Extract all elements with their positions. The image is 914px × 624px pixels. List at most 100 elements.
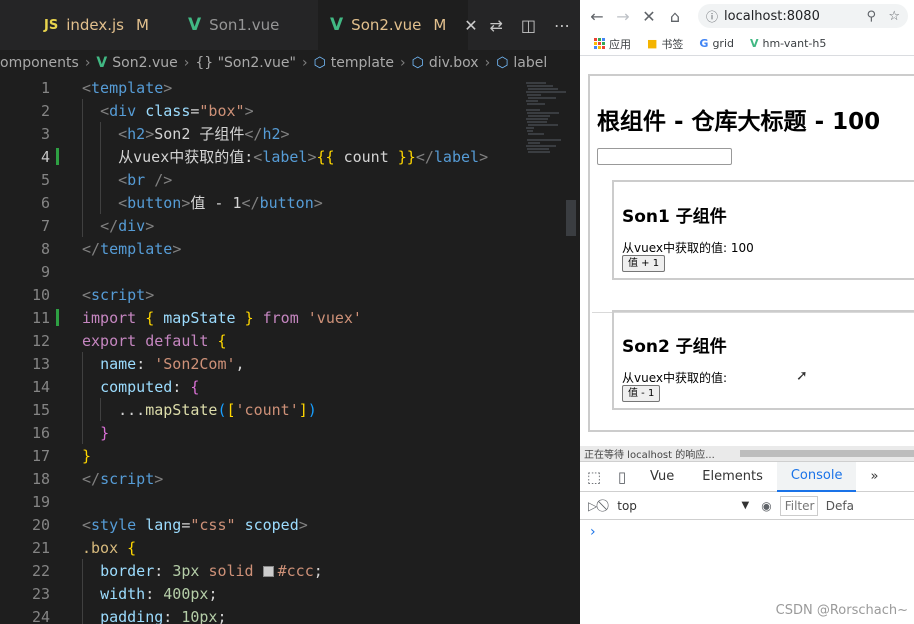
code-token: > xyxy=(145,285,155,304)
stop-loading-icon[interactable]: ✕ xyxy=(636,7,662,26)
code-area[interactable]: 1 <template> 2 <div class="box"> 3 <h2>Son2… xyxy=(0,76,580,624)
code-token: count xyxy=(334,148,398,166)
code-token: </ xyxy=(100,216,119,235)
code-line[interactable]: 7 </div> xyxy=(0,214,580,237)
increment-button[interactable]: 值 + 1 xyxy=(622,255,666,272)
code-token: > xyxy=(298,515,308,534)
bookmark-apps[interactable]: 应用 xyxy=(594,36,631,52)
decrement-button[interactable]: 值 - 1 xyxy=(622,385,661,402)
code-token: : xyxy=(154,561,173,580)
code-token: script xyxy=(91,285,146,304)
split-editor-icon[interactable]: ◫ xyxy=(521,16,536,35)
forward-icon[interactable]: → xyxy=(610,7,636,26)
code-line[interactable]: 16 } xyxy=(0,421,580,444)
bookmark-folder[interactable]: ■ 书签 xyxy=(647,36,683,52)
bookmark-label: hm-vant-h5 xyxy=(762,37,827,50)
tab-son1-vue[interactable]: V Son1.vue xyxy=(168,0,318,50)
code-line[interactable]: 9 xyxy=(0,260,580,283)
code-line[interactable]: 10 <script> xyxy=(0,283,580,306)
code-line[interactable]: 15 ...mapState(['count']) xyxy=(0,398,580,421)
minimap[interactable] xyxy=(522,76,570,624)
code-text: </div> xyxy=(82,217,154,235)
tab-index-js[interactable]: JS index.js M xyxy=(0,0,168,50)
code-line[interactable]: 18 </script> xyxy=(0,467,580,490)
eye-icon[interactable]: ◉ xyxy=(761,499,771,513)
code-token: { xyxy=(127,538,137,557)
code-token: 10px xyxy=(181,607,218,624)
tab-vue[interactable]: Vue xyxy=(636,462,688,492)
breadcrumb-item[interactable]: ⬡ label xyxy=(496,55,547,71)
code-line[interactable]: 17} xyxy=(0,444,580,467)
code-line[interactable]: 4 从vuex中获取的值:<label>{{ count }}</label> xyxy=(0,145,580,168)
code-line[interactable]: 24 padding: 10px; xyxy=(0,605,580,624)
code-line[interactable]: 2 <div class="box"> xyxy=(0,99,580,122)
code-line[interactable]: 14 computed: { xyxy=(0,375,580,398)
home-icon[interactable]: ⌂ xyxy=(662,7,688,26)
code-token: : xyxy=(163,607,182,624)
code-line[interactable]: 11 import { mapState } from 'vuex' xyxy=(0,306,580,329)
sidebar-toggle-icon[interactable]: ▷ xyxy=(588,499,597,513)
breadcrumb-item[interactable]: V Son2.vue xyxy=(96,55,177,71)
code-line[interactable]: 22 border: 3px solid #ccc; xyxy=(0,559,580,582)
code-token: div xyxy=(109,101,137,120)
tab-son2-vue[interactable]: V Son2.vue M ✕ xyxy=(318,0,478,50)
tab-console[interactable]: Console xyxy=(776,461,857,492)
code-line[interactable]: 23 width: 400px; xyxy=(0,582,580,605)
editor-scrollbar[interactable] xyxy=(566,200,576,236)
console-prompt-icon[interactable]: › xyxy=(590,524,596,540)
code-token: 从vuex中获取的值: xyxy=(82,148,254,166)
bookmark-hm-vant-h5[interactable]: V hm-vant-h5 xyxy=(750,37,826,50)
default-levels-select[interactable]: Defa xyxy=(826,499,854,513)
close-icon[interactable]: ✕ xyxy=(464,16,477,35)
count-input[interactable] xyxy=(597,148,732,165)
code-text: import { mapState } from 'vuex' xyxy=(82,309,362,327)
tab-elements[interactable]: Elements xyxy=(688,462,777,492)
code-line[interactable]: 12 export default { xyxy=(0,329,580,352)
device-toolbar-icon[interactable]: ▯ xyxy=(608,468,636,486)
code-line[interactable]: 3 <h2>Son2 子组件</h2> xyxy=(0,122,580,145)
code-token: ; xyxy=(208,584,218,603)
code-token: default xyxy=(145,331,209,350)
code-token: </ xyxy=(415,148,434,166)
address-bar[interactable]: ⓘ localhost:8080 ⚲ ☆ xyxy=(698,4,908,28)
code-line[interactable]: 8 </template> xyxy=(0,237,580,260)
code-line[interactable]: 13 name: 'Son2Com', xyxy=(0,352,580,375)
vue-icon: V xyxy=(96,55,108,71)
code-line[interactable]: 6 <button>值 - 1</button> xyxy=(0,191,580,214)
code-token: > xyxy=(163,78,173,97)
zoom-icon[interactable]: ⚲ xyxy=(866,9,876,24)
inspect-element-icon[interactable]: ⬚ xyxy=(580,468,608,486)
line-number: 5 xyxy=(40,170,50,189)
code-token: </ xyxy=(241,194,260,212)
grid-site-icon: G xyxy=(699,37,709,50)
breadcrumb-item[interactable]: ⬡ template xyxy=(314,55,394,71)
breadcrumb-item[interactable]: omponents xyxy=(0,55,79,71)
code-line[interactable]: 20 <style lang="css" scoped> xyxy=(0,513,580,536)
code-line[interactable]: 5 <br /> xyxy=(0,168,580,191)
code-token: h2 xyxy=(127,125,146,143)
source-control-compare-icon[interactable]: ⇄ xyxy=(489,16,502,35)
breadcrumb-item[interactable]: {} "Son2.vue" xyxy=(195,55,296,71)
code-token: computed xyxy=(100,377,173,396)
bookmark-grid[interactable]: G grid xyxy=(699,37,734,50)
folder-icon: ■ xyxy=(647,37,658,50)
context-select[interactable]: top ▼ xyxy=(613,496,753,516)
bookmark-star-icon[interactable]: ☆ xyxy=(888,9,900,24)
minimap-line xyxy=(526,91,566,93)
code-line[interactable]: 1 <template> xyxy=(0,76,580,99)
more-tabs-icon[interactable]: » xyxy=(856,462,892,492)
info-icon[interactable]: ⓘ xyxy=(706,8,718,25)
more-actions-icon[interactable]: ⋯ xyxy=(554,16,570,35)
breadcrumb-item[interactable]: ⬡ div.box xyxy=(412,55,479,71)
code-line[interactable]: 19 xyxy=(0,490,580,513)
code-line[interactable]: 21 .box { xyxy=(0,536,580,559)
chevron-right-icon: › xyxy=(301,55,308,71)
filter-input[interactable]: Filter xyxy=(779,495,818,516)
son1-title: Son1 子组件 xyxy=(622,207,727,227)
back-icon[interactable]: ← xyxy=(584,7,610,26)
status-text: 正在等待 localhost 的响应... xyxy=(584,450,715,461)
code-token: #ccc xyxy=(277,561,314,580)
